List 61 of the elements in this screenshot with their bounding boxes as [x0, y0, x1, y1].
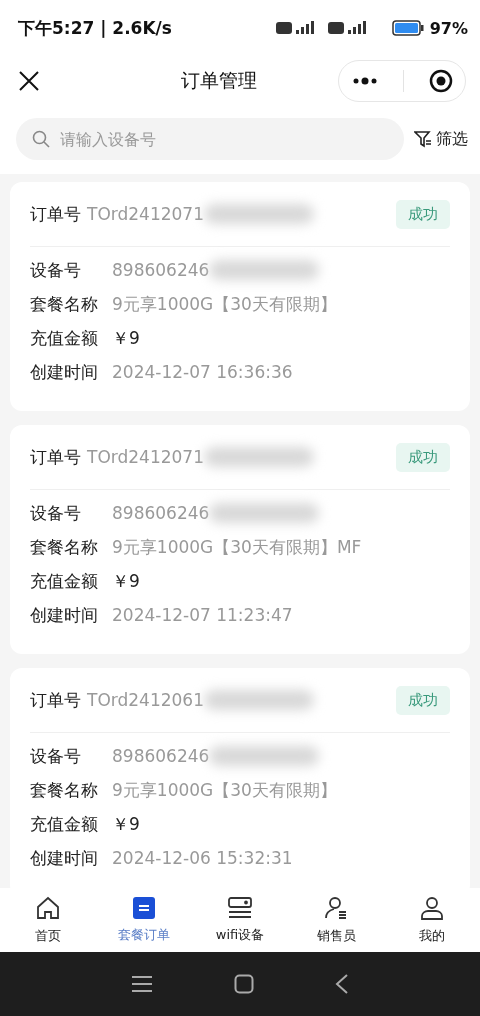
field-label: 套餐名称 [30, 535, 99, 559]
field-label: 创建时间 [30, 603, 99, 627]
field-value: 898606246 [112, 260, 210, 280]
tab-bar-item[interactable]: 首页 [0, 888, 96, 952]
field-label: 订单号 [30, 688, 81, 712]
field-label: 充值金额 [30, 812, 99, 836]
order-number: TOrd2412071 [87, 447, 204, 467]
field-value: 9元享1000G【30天有限期】 [112, 778, 337, 802]
field-value: 898606246 [112, 503, 210, 523]
order-number: TOrd2412061 [87, 690, 204, 710]
field-value: 9元享1000G【30天有限期】MF [112, 535, 362, 559]
field-value: 2024-12-07 16:36:36 [112, 362, 293, 382]
field-label: 创建时间 [30, 846, 99, 870]
field-value: ￥9 [112, 326, 140, 350]
order-number: TOrd2412071 [87, 204, 204, 224]
order-card[interactable]: 订单号 TOrd2412071 成功 设备号 898606246 套餐名称 9元享1000G【30天有限期】 充值金额 ￥9 创建时间 2024-12-07 16:36:36 [10, 182, 470, 411]
field-label: 订单号 [30, 202, 81, 226]
tab-bar-item[interactable]: 套餐订单 [96, 888, 192, 952]
tab-bar-item[interactable]: wifi设备 [192, 888, 288, 952]
order-card[interactable]: 订单号 TOrd2412071 成功 设备号 898606246 套餐名称 9元享1000G【30天有限期】MF 充值金额 ￥9 创建时间 2024-12-07 11:23:47 [10, 425, 470, 654]
order-card[interactable]: 订单号 TOrd2412061 成功 设备号 898606246 套餐名称 9元享1000G【30天有限期】 充值金额 ￥9 创建时间 2024-12-06 15:32:31 [10, 668, 470, 888]
search-field[interactable]: 请输入设备号 [16, 118, 404, 160]
battery-icon [391, 20, 424, 36]
field-value: 2024-12-07 11:23:47 [112, 605, 293, 625]
field-label: 订单号 [30, 445, 81, 469]
menu-icon[interactable] [130, 975, 153, 993]
field-label: 充值金额 [30, 569, 99, 593]
more-icon[interactable] [351, 77, 378, 85]
status-time: 下午5:27 | 2.6K/s [18, 16, 172, 40]
filter-icon [414, 130, 432, 148]
filter-button[interactable]: 筛选 [414, 128, 468, 150]
search-icon [32, 130, 50, 148]
user-icon [419, 895, 445, 921]
field-label: 设备号 [30, 258, 82, 282]
search-input[interactable]: 请输入设备号 [58, 128, 388, 150]
field-label: 套餐名称 [30, 292, 99, 316]
tab-bar-item[interactable]: 我的 [384, 888, 480, 952]
field-label: 套餐名称 [30, 778, 99, 802]
field-label: 充值金额 [30, 326, 99, 350]
close-icon[interactable] [18, 70, 40, 92]
field-label: 设备号 [30, 744, 82, 768]
status-badge: 成功 [396, 442, 450, 472]
field-label: 创建时间 [30, 360, 99, 384]
status-badge: 成功 [396, 199, 450, 229]
back-icon[interactable] [335, 973, 350, 995]
home-button-icon[interactable] [234, 974, 254, 994]
field-value: ￥9 [112, 569, 140, 593]
target-icon[interactable] [428, 69, 453, 93]
list-icon [132, 896, 156, 920]
field-label: 设备号 [30, 501, 82, 525]
router-icon [227, 896, 253, 920]
field-value: ￥9 [112, 812, 140, 836]
battery-percent: 97% [429, 18, 468, 38]
tab-bar-item[interactable]: 销售员 [288, 888, 384, 952]
field-value: 9元享1000G【30天有限期】 [112, 292, 337, 316]
person-list-icon [323, 895, 349, 921]
status-badge: 成功 [396, 685, 450, 715]
field-value: 2024-12-06 15:32:31 [112, 848, 293, 868]
field-value: 898606246 [112, 746, 210, 766]
page-title: 订单管理 [181, 68, 257, 93]
home-icon [35, 895, 61, 921]
